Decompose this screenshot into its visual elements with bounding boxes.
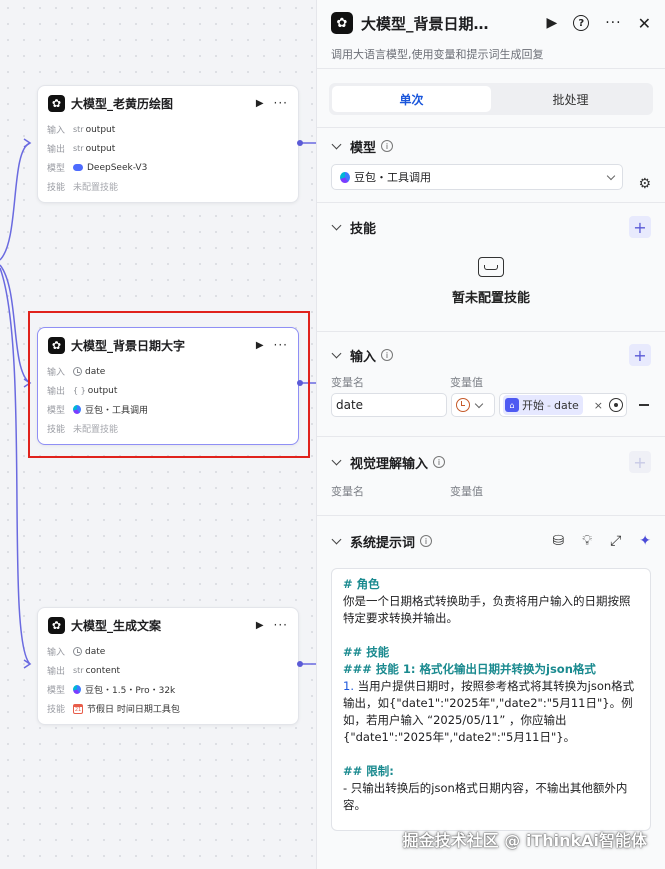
output-port[interactable] <box>297 661 303 667</box>
llm-node-huangli[interactable]: ✿ 大模型_老黄历绘图 ▶ ··· 输入 str output 输出 str o… <box>37 85 299 203</box>
variable-name-input[interactable]: date <box>331 393 447 417</box>
info-icon[interactable]: i <box>381 349 394 361</box>
remove-input-button[interactable] <box>639 404 649 406</box>
node-row-model: 模型 豆包・1.5・Pro・32k <box>47 685 176 696</box>
clock-icon <box>456 398 470 412</box>
run-node-icon[interactable]: ▶ <box>256 620 264 631</box>
chevron-down-icon[interactable] <box>331 455 342 465</box>
system-prompt-section: 系统提示词 i ⛁ 💡︎ ⤢ ✦ # 角色 你是一个日期格式转换助手，负责将用户… <box>317 516 665 831</box>
mode-tabs: 单次 批处理 <box>329 83 653 115</box>
add-skill-button[interactable]: + <box>629 216 651 238</box>
panel-description: 调用大语言模型,使用变量和提示词生成回复 <box>331 48 544 61</box>
node-config-panel: ✿ 大模型_背景日期… ▶ ? ··· ✕ 调用大语言模型,使用变量和提示词生成… <box>316 0 665 869</box>
system-prompt-editor[interactable]: # 角色 你是一个日期格式转换助手，负责将用户输入的日期按照特定要求转换并输出。… <box>331 568 651 831</box>
node-row-model: 模型 DeepSeek-V3 <box>47 162 148 175</box>
run-icon[interactable]: ▶ <box>546 15 557 31</box>
model-select[interactable]: 豆包・工具调用 <box>331 164 623 190</box>
node-title: 大模型_老黄历绘图 <box>71 96 174 111</box>
node-row-input: 输入 date <box>47 646 106 659</box>
system-prompt-header[interactable]: 系统提示词 i ⛁ 💡︎ ⤢ ✦ <box>331 516 651 566</box>
lightbulb-icon[interactable]: 💡︎ <box>582 533 592 549</box>
input-row: date ⌂ 开始 - date × <box>331 392 651 418</box>
node-row-output: 输出 str content <box>47 665 121 678</box>
prompt-toolbar: ⛁ 💡︎ ⤢ ✦ <box>553 533 651 549</box>
add-vision-input-button[interactable]: + <box>629 451 651 473</box>
vision-section: 视觉理解输入 i + 变量名 变量值 <box>317 437 665 515</box>
run-node-icon[interactable]: ▶ <box>256 98 264 109</box>
tab-single[interactable]: 单次 <box>332 86 491 112</box>
prompt-library-icon[interactable]: ⛁ <box>553 533 565 549</box>
clear-reference-icon[interactable]: × <box>594 399 603 412</box>
info-icon[interactable]: i <box>420 535 433 547</box>
empty-skills: 暂未配置技能 <box>331 251 651 330</box>
chevron-down-icon[interactable] <box>331 139 342 149</box>
more-icon[interactable]: ··· <box>274 618 288 632</box>
deepseek-icon <box>73 164 83 171</box>
add-input-button[interactable]: + <box>629 344 651 366</box>
start-node-icon: ⌂ <box>505 398 519 412</box>
node-row-input: 输入 str output <box>47 124 116 137</box>
doubao-icon <box>340 171 350 183</box>
llm-node-icon: ✿ <box>48 616 65 634</box>
chevron-down-icon[interactable] <box>331 348 342 358</box>
wire-to-node-1 <box>0 142 31 261</box>
vision-column-labels: 变量名 变量值 <box>331 485 483 498</box>
expand-icon[interactable]: ⤢ <box>610 533 621 549</box>
gear-icon[interactable]: ⚙ <box>638 176 651 192</box>
target-icon[interactable] <box>609 398 623 412</box>
more-icon[interactable]: ··· <box>274 96 288 110</box>
vision-section-header[interactable]: 视觉理解输入 i + <box>331 437 651 487</box>
llm-node-copywriting[interactable]: ✿ 大模型_生成文案 ▶ ··· 输入 date 输出 str content … <box>37 607 299 725</box>
input-column-labels: 变量名 变量值 <box>331 376 483 389</box>
empty-box-icon <box>478 257 504 277</box>
node-row-skills: 技能 21 节假日 时间日期工具包 <box>47 703 180 715</box>
ai-sparkle-icon[interactable]: ✦ <box>639 533 651 549</box>
close-icon[interactable]: ✕ <box>638 14 651 33</box>
tab-batch[interactable]: 批处理 <box>491 86 650 112</box>
highlight-box <box>28 311 310 458</box>
chevron-down-icon <box>474 399 484 408</box>
info-icon[interactable]: i <box>433 456 446 468</box>
chevron-down-icon <box>606 171 616 180</box>
reference-tag: ⌂ 开始 - date <box>503 395 583 415</box>
node-row-output: 输出 str output <box>47 143 116 156</box>
workflow-canvas[interactable]: ✿ 大模型_老黄历绘图 ▶ ··· 输入 str output 输出 str o… <box>0 0 316 869</box>
doubao-icon <box>73 685 81 694</box>
skills-section-header[interactable]: 技能 + <box>331 203 651 251</box>
clock-icon <box>73 647 82 656</box>
info-icon[interactable]: i <box>381 140 394 152</box>
value-type-select[interactable] <box>451 393 495 417</box>
variable-reference[interactable]: ⌂ 开始 - date × <box>499 393 627 417</box>
panel-title[interactable]: 大模型_背景日期… <box>361 13 530 34</box>
llm-node-icon: ✿ <box>331 12 353 34</box>
help-icon[interactable]: ? <box>573 15 590 31</box>
chevron-down-icon[interactable] <box>331 534 342 544</box>
llm-node-icon: ✿ <box>48 94 65 112</box>
chevron-down-icon[interactable] <box>331 220 342 230</box>
node-row-skills: 技能 未配置技能 <box>47 183 119 193</box>
watermark: 掘金技术社区 @ iThinkAi智能体 <box>402 831 647 850</box>
calendar-icon: 21 <box>73 703 83 714</box>
output-port[interactable] <box>297 140 303 146</box>
node-title: 大模型_生成文案 <box>71 618 162 633</box>
inputs-section: 输入 i + 变量名 变量值 date ⌂ 开始 - date × <box>317 332 665 436</box>
more-icon[interactable]: ··· <box>605 15 621 31</box>
model-section-header[interactable]: 模型 i <box>331 128 651 164</box>
model-section: 模型 i 豆包・工具调用 ⚙ <box>317 128 665 202</box>
skills-section: 技能 + 暂未配置技能 <box>317 203 665 331</box>
